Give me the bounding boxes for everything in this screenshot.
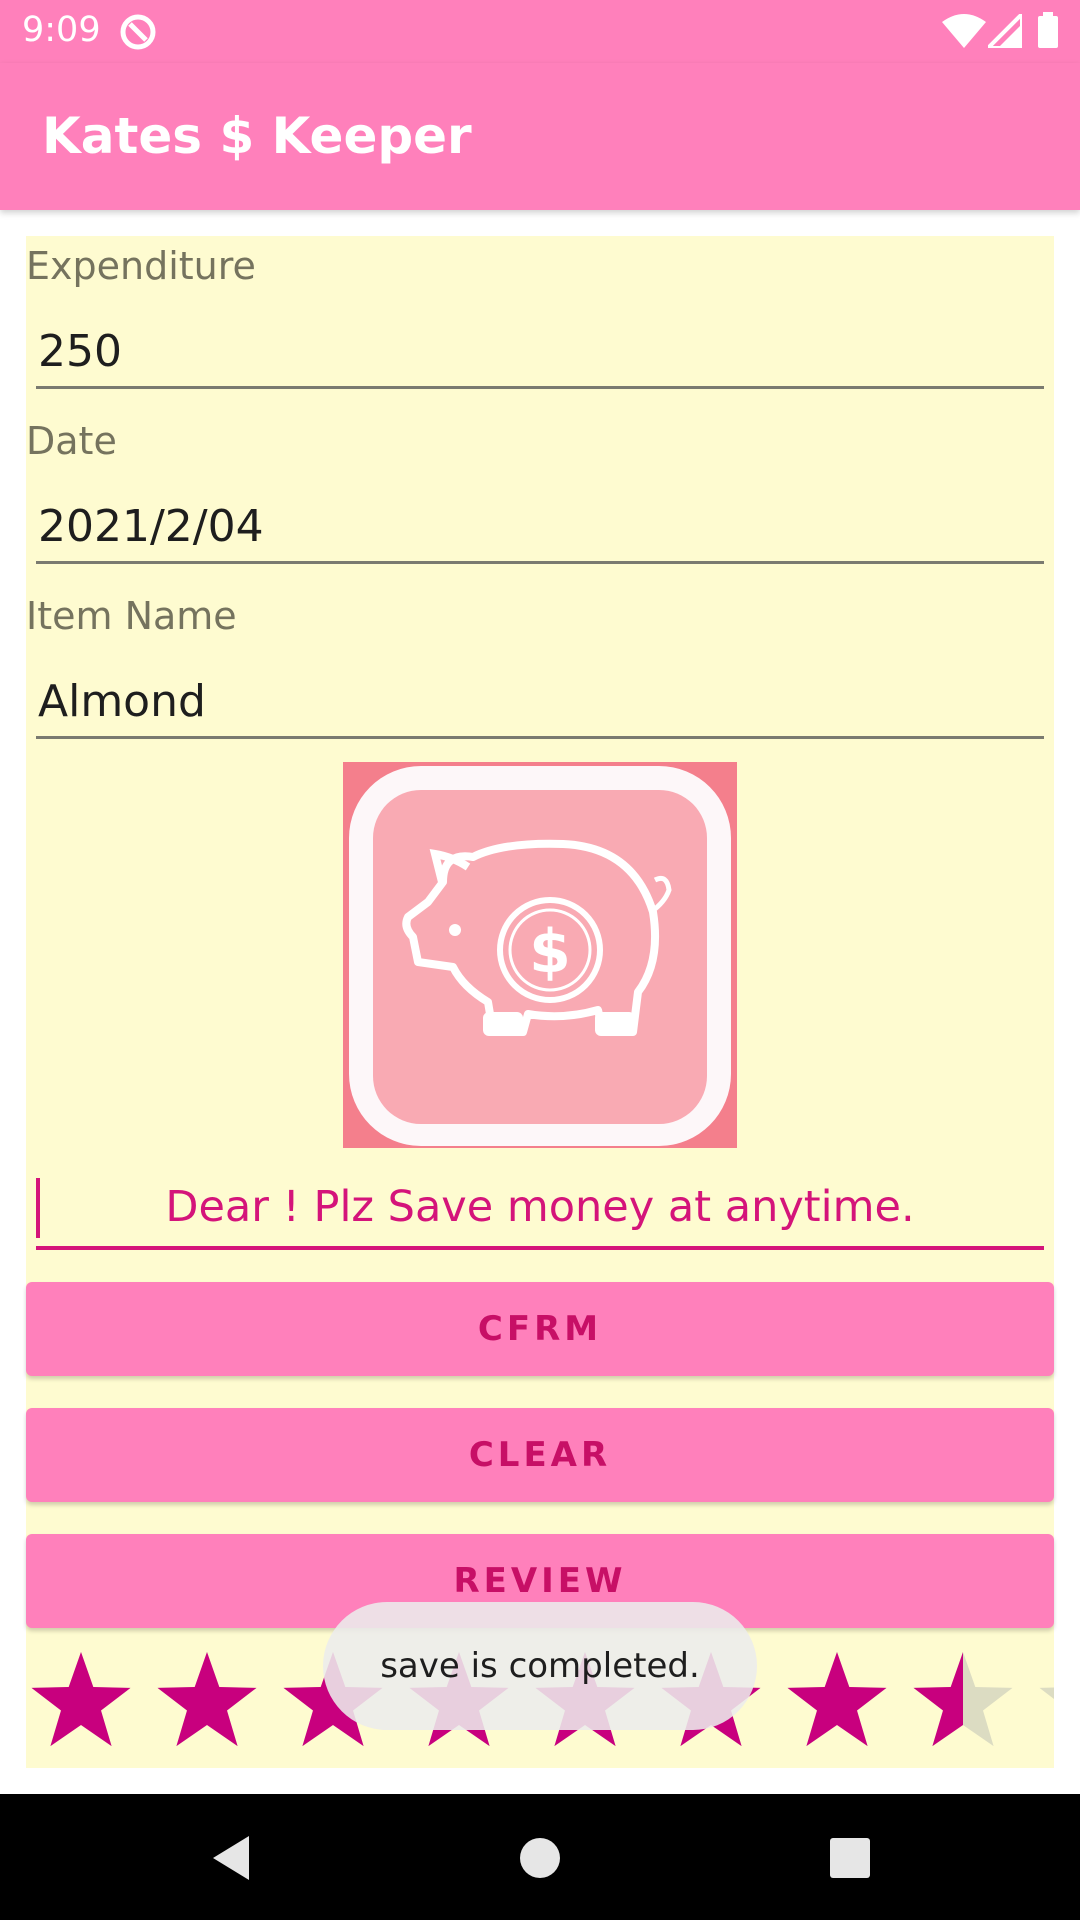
clear-button[interactable]: CLEAR bbox=[26, 1408, 1054, 1502]
recents-icon[interactable] bbox=[822, 1830, 878, 1886]
item-name-value: Almond bbox=[38, 676, 206, 727]
star-icon[interactable] bbox=[908, 1646, 1018, 1756]
expenditure-label: Expenditure bbox=[26, 244, 256, 288]
piggy-bank-image: $ bbox=[343, 762, 737, 1148]
form-panel: Expenditure 250 Date 2021/2/04 Item Name… bbox=[26, 236, 1054, 1768]
expenditure-value: 250 bbox=[38, 326, 122, 377]
item-name-input[interactable]: Almond bbox=[36, 676, 1044, 739]
star-icon[interactable] bbox=[1034, 1646, 1054, 1756]
date-label: Date bbox=[26, 419, 117, 463]
message-text: Dear ! Plz Save money at anytime. bbox=[165, 1182, 915, 1232]
confirm-button[interactable]: CFRM bbox=[26, 1282, 1054, 1376]
app-title: Kates $ Keeper bbox=[42, 107, 472, 165]
back-icon[interactable] bbox=[205, 1830, 261, 1886]
star-icon[interactable] bbox=[152, 1646, 262, 1756]
item-name-label: Item Name bbox=[26, 594, 237, 638]
signal-icon bbox=[988, 14, 1022, 48]
sync-icon bbox=[120, 14, 156, 50]
app-bar: Kates $ Keeper bbox=[0, 63, 1080, 210]
wifi-icon bbox=[942, 14, 986, 48]
home-icon[interactable] bbox=[512, 1830, 568, 1886]
star-icon[interactable] bbox=[782, 1646, 892, 1756]
battery-icon bbox=[1038, 12, 1058, 48]
expenditure-input[interactable]: 250 bbox=[36, 326, 1044, 389]
toast-message: save is completed. bbox=[323, 1602, 757, 1730]
status-bar: 9:09 bbox=[0, 0, 1080, 63]
navigation-bar bbox=[0, 1794, 1080, 1920]
date-value: 2021/2/04 bbox=[38, 501, 264, 552]
message-input[interactable]: Dear ! Plz Save money at anytime. bbox=[36, 1174, 1044, 1250]
star-icon[interactable] bbox=[26, 1646, 136, 1756]
status-time: 9:09 bbox=[22, 10, 101, 50]
date-input[interactable]: 2021/2/04 bbox=[36, 501, 1044, 564]
svg-text:$: $ bbox=[529, 917, 571, 987]
